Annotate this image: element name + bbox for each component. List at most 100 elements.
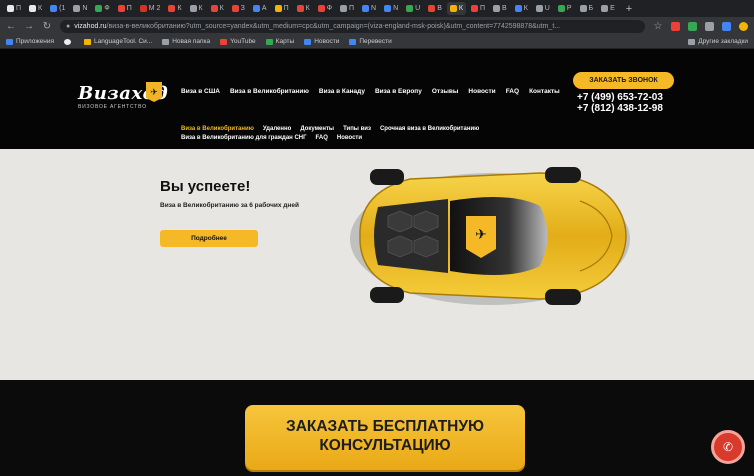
nav-link[interactable]: Виза в Европу — [375, 88, 422, 95]
browser-tab[interactable]: В — [490, 2, 510, 15]
browser-tab[interactable]: К — [446, 2, 466, 15]
bookmark-label: Приложения — [16, 38, 55, 45]
forward-icon[interactable]: → — [24, 21, 34, 32]
tab-favicon-icon — [514, 5, 522, 12]
sub-nav-link[interactable]: Типы виз — [343, 125, 371, 134]
tab-label: П — [283, 5, 289, 12]
nav-link[interactable]: Отзывы — [432, 88, 459, 95]
bookmark-folder[interactable]: Новая папка — [162, 38, 210, 45]
browser-tab[interactable]: U — [403, 2, 423, 15]
sub-nav-link[interactable]: Удаленно — [263, 125, 291, 134]
bookmark-label: YouTube — [230, 38, 256, 45]
browser-tab[interactable]: П — [4, 2, 24, 15]
extension-icon[interactable] — [705, 21, 714, 31]
bookmark-maps[interactable]: Карты — [265, 38, 294, 45]
sub-nav-row: Виза в Великобританию для граждан СНГ FAQ… — [181, 134, 479, 143]
lock-icon: ● — [66, 22, 71, 30]
bookmark-translate[interactable]: Перевести — [349, 38, 392, 45]
browser-tab[interactable]: (1 — [47, 2, 68, 15]
browser-tab[interactable]: N — [359, 2, 379, 15]
bookmarks-bar: Приложения LanguageTool. Си... Новая пап… — [0, 35, 754, 49]
bookmark-github[interactable] — [64, 38, 74, 45]
tab-label: N — [371, 5, 377, 12]
order-call-button[interactable]: ЗАКАЗАТЬ ЗВОНОК — [573, 72, 674, 89]
browser-tab[interactable]: К — [294, 2, 313, 15]
sports-car-image: ✈ — [350, 167, 630, 305]
cta-line-2: КОНСУЛЬТАЦИЮ — [319, 437, 451, 454]
tab-label: К — [198, 5, 203, 12]
browser-tab[interactable]: Р — [555, 2, 575, 15]
tab-favicon-icon — [231, 5, 239, 12]
tab-label: Б — [588, 5, 594, 12]
tab-label: Ф — [104, 5, 110, 12]
browser-tab[interactable]: П — [337, 2, 357, 15]
tab-favicon-icon — [50, 5, 58, 12]
browser-tab[interactable]: К — [26, 2, 45, 15]
browser-tab[interactable]: В — [425, 2, 445, 15]
browser-tab[interactable]: А — [250, 2, 270, 15]
phone-moscow[interactable]: +7 (499) 653-72-03 — [577, 92, 663, 103]
tab-label: К — [38, 5, 43, 12]
bookmark-news[interactable]: Новости — [304, 38, 339, 45]
translate-icon — [349, 38, 357, 45]
nav-link[interactable]: Виза в Канаду — [319, 88, 365, 95]
url-field[interactable]: ● vizahod.ru /виза-в-великобританию?utm_… — [60, 19, 645, 33]
extension-icon[interactable] — [671, 21, 680, 31]
nav-link[interactable]: FAQ — [506, 88, 519, 95]
extension-icon[interactable] — [688, 21, 697, 31]
browser-tab[interactable]: N — [381, 2, 401, 15]
browser-tab[interactable]: П — [272, 2, 292, 15]
bookmark-youtube[interactable]: YouTube — [220, 38, 256, 45]
browser-tab[interactable]: К — [165, 2, 184, 15]
profile-avatar[interactable] — [739, 21, 748, 31]
sub-nav-link[interactable]: FAQ — [316, 134, 328, 143]
browser-address-bar: ← → ↻ ● vizahod.ru /виза-в-великобритани… — [0, 17, 754, 35]
sub-nav-link[interactable]: Срочная виза в Великобританию — [380, 125, 479, 134]
nav-link[interactable]: Контакты — [529, 88, 560, 95]
sub-nav-link[interactable]: Документы — [300, 125, 334, 134]
nav-link[interactable]: Новости — [468, 88, 495, 95]
browser-tab[interactable]: Ф — [315, 2, 335, 15]
bookmark-star-icon[interactable]: ☆ — [653, 21, 663, 32]
tab-favicon-icon — [535, 5, 543, 12]
phone-numbers: +7 (499) 653-72-03 +7 (812) 438-12-98 — [577, 92, 663, 114]
browser-tab[interactable]: К — [208, 2, 227, 15]
bookmark-apps[interactable]: Приложения — [6, 38, 54, 45]
extension-icon[interactable] — [722, 21, 731, 31]
tab-favicon-icon — [189, 5, 197, 12]
browser-tab[interactable]: М 2 — [137, 2, 164, 15]
browser-tab[interactable]: К — [512, 2, 531, 15]
main-nav: Виза в США Виза в Великобританию Виза в Ка… — [181, 88, 560, 95]
nav-link[interactable]: Виза в Великобританию — [230, 88, 309, 95]
browser-tab[interactable]: U — [533, 2, 553, 15]
tab-favicon-icon — [362, 5, 370, 12]
folder-icon — [688, 38, 696, 45]
browser-tab[interactable]: П — [468, 2, 488, 15]
phone-call-fab[interactable]: ✆ — [711, 430, 745, 464]
sub-nav-link[interactable]: Новости — [337, 134, 362, 143]
browser-tab[interactable]: П — [115, 2, 135, 15]
phone-icon: ✆ — [722, 440, 734, 454]
reload-icon[interactable]: ↻ — [42, 21, 52, 32]
apps-grid-icon — [6, 38, 13, 45]
more-button[interactable]: Подробнее — [160, 230, 258, 247]
browser-tab[interactable]: Е — [598, 2, 618, 15]
browser-tab[interactable]: N — [70, 2, 90, 15]
sub-nav-link[interactable]: Виза в Великобританию — [181, 125, 254, 134]
nav-link[interactable]: Виза в США — [181, 88, 220, 95]
bookmark-languagetool[interactable]: LanguageTool. Си... — [84, 38, 152, 45]
phone-spb[interactable]: +7 (812) 438-12-98 — [577, 103, 663, 114]
browser-tab[interactable]: Ф — [92, 2, 112, 15]
other-bookmarks[interactable]: Другие закладки — [688, 38, 748, 45]
tab-label: Р — [566, 5, 572, 12]
sub-nav-link[interactable]: Виза в Великобританию для граждан СНГ — [181, 134, 307, 143]
maps-icon — [265, 38, 273, 45]
browser-tab[interactable]: З — [229, 2, 248, 15]
back-icon[interactable]: ← — [6, 21, 16, 32]
new-tab-button[interactable]: + — [626, 3, 632, 15]
browser-tab[interactable]: К — [187, 2, 206, 15]
hero-title: Вы успеете! — [160, 178, 251, 195]
free-consultation-button[interactable]: ЗАКАЗАТЬ БЕСПЛАТНУЮ КОНСУЛЬТАЦИЮ — [245, 405, 525, 470]
browser-tab[interactable]: Б — [577, 2, 597, 15]
tab-favicon-icon — [340, 5, 348, 12]
